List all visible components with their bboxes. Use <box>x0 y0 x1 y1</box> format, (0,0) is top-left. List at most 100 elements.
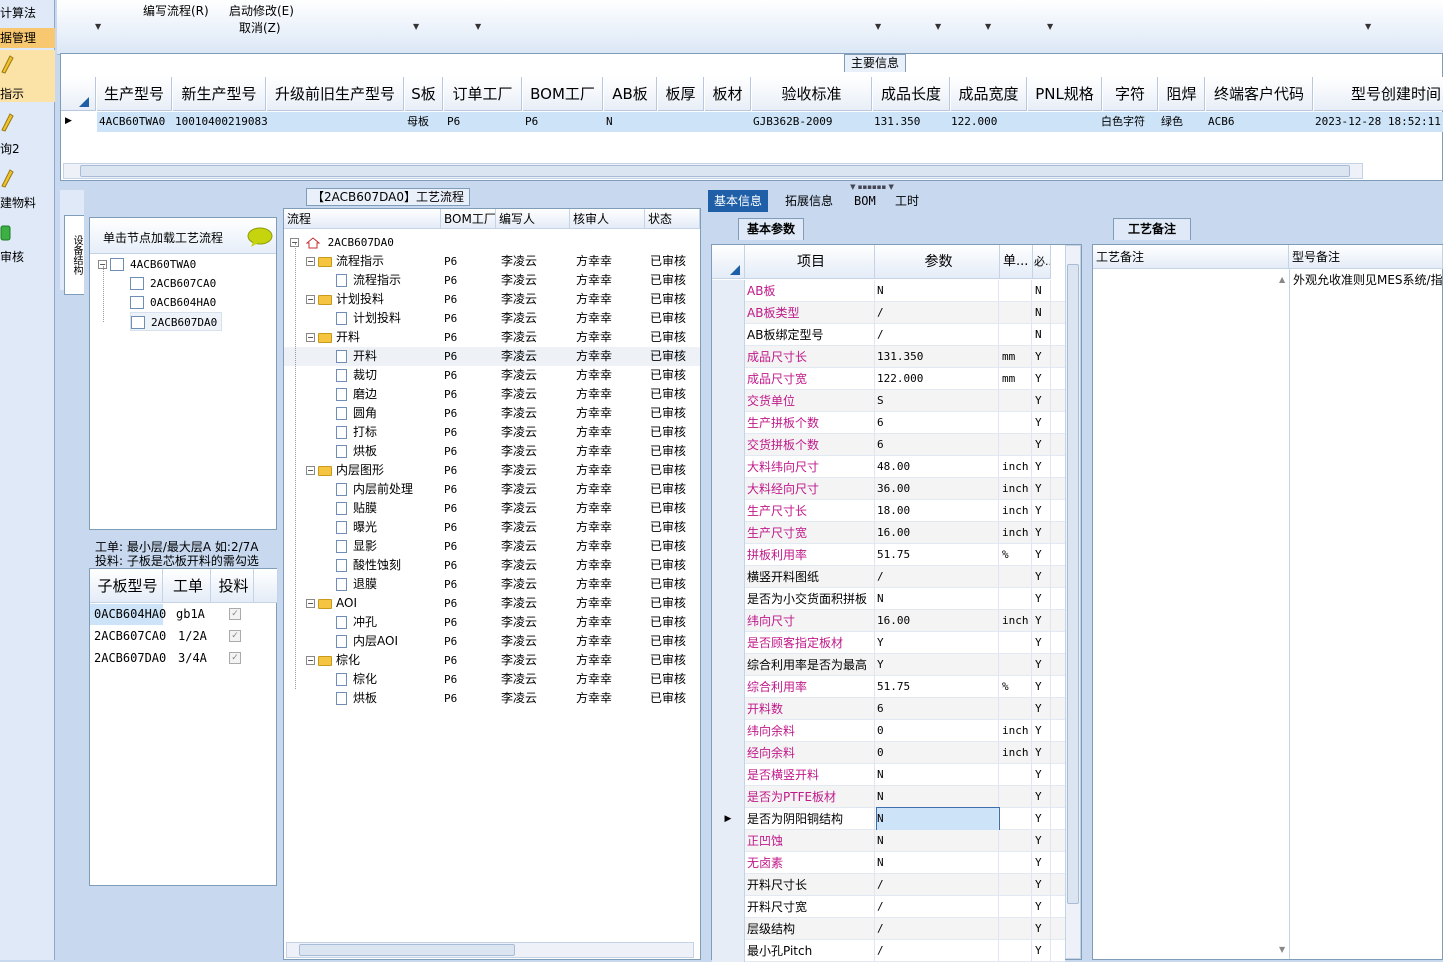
row-header[interactable] <box>712 324 745 346</box>
tree-node[interactable]: 2ACB607CA0 <box>130 274 216 293</box>
param-value[interactable]: / <box>877 874 999 896</box>
flow-step-row[interactable]: 冲孔 P6 李凌云 方幸幸 已审核 <box>284 613 700 632</box>
checkbox[interactable]: ✓ <box>229 652 241 664</box>
param-row[interactable]: 生产拼板个数 6 Y <box>712 412 1065 434</box>
row-header[interactable] <box>712 456 745 478</box>
param-row[interactable]: 生产尺寸长 18.00 inch Y <box>712 500 1065 522</box>
param-value[interactable]: / <box>877 566 999 588</box>
scroll-down-icon[interactable]: ▼ <box>1279 945 1285 954</box>
param-row[interactable]: 纬向余料 0 inch Y <box>712 720 1065 742</box>
collapse-icon[interactable]: − <box>306 599 315 608</box>
param-row[interactable]: 开料尺寸长 / Y <box>712 874 1065 896</box>
param-row[interactable]: 拼板利用率 51.75% Y <box>712 544 1065 566</box>
col-header[interactable]: 升级前旧生产型号 <box>267 77 404 111</box>
chevron-down-icon[interactable]: ▼ <box>935 22 941 31</box>
chevron-down-icon[interactable]: ▼ <box>413 22 419 31</box>
row-header[interactable] <box>712 544 745 566</box>
col-header[interactable]: 编写人 <box>496 209 570 229</box>
row-header[interactable] <box>712 566 745 588</box>
row-header[interactable] <box>712 434 745 456</box>
param-row[interactable]: AB板 N N <box>712 280 1065 302</box>
start-modify-button[interactable]: 启动修改(E) <box>229 2 294 19</box>
collapse-icon[interactable]: − <box>306 257 315 266</box>
process-remark-field[interactable] <box>1095 271 1285 957</box>
row-header[interactable] <box>712 786 745 808</box>
param-value[interactable]: 122.000 <box>877 368 999 390</box>
param-value[interactable]: Y <box>877 632 999 654</box>
param-value[interactable]: N <box>876 807 1000 831</box>
col-header[interactable]: 订单工厂 <box>444 77 522 111</box>
param-row[interactable]: 综合利用率是否为最高 Y Y <box>712 654 1065 676</box>
param-value[interactable]: N <box>877 786 999 808</box>
param-value[interactable]: 16.00 <box>877 522 999 544</box>
param-value[interactable]: N <box>877 280 999 302</box>
nav-item-data[interactable]: 据管理 <box>0 28 55 48</box>
flow-step-row[interactable]: 流程指示 P6 李凌云 方幸幸 已审核 <box>284 271 700 290</box>
col-header[interactable]: 必... <box>1033 245 1051 279</box>
chevron-down-icon[interactable]: ▼ <box>475 22 481 31</box>
param-row[interactable]: ▶ 是否为阴阳铜结构 N Y <box>712 807 1065 831</box>
scroll-thumb[interactable] <box>80 165 1350 177</box>
param-value[interactable]: 18.00 <box>877 500 999 522</box>
col-header[interactable]: 板厚 <box>658 77 704 111</box>
row-header[interactable] <box>712 940 745 962</box>
row-header[interactable] <box>712 830 745 852</box>
col-header[interactable]: 状态 <box>645 209 700 229</box>
param-row[interactable]: 大料经向尺寸 36.00 inch Y <box>712 478 1065 500</box>
col-header[interactable]: 板材 <box>705 77 751 111</box>
row-header[interactable] <box>712 874 745 896</box>
row-header[interactable] <box>712 896 745 918</box>
param-value[interactable]: 16.00 <box>877 610 999 632</box>
col-header[interactable]: 子板型号 <box>90 569 163 603</box>
col-header[interactable]: PNL规格 <box>1028 77 1102 111</box>
col-header[interactable]: 流程 <box>284 209 441 229</box>
flow-step-row[interactable]: 裁切 P6 李凌云 方幸幸 已审核 <box>284 366 700 385</box>
row-header[interactable] <box>712 742 745 764</box>
row-header[interactable] <box>712 478 745 500</box>
col-header[interactable]: 工艺备注 <box>1093 245 1289 269</box>
flow-step-row[interactable]: 磨边 P6 李凌云 方幸幸 已审核 <box>284 385 700 404</box>
flow-step-row[interactable]: 曝光 P6 李凌云 方幸幸 已审核 <box>284 518 700 537</box>
col-header[interactable]: 生产型号 <box>97 77 172 111</box>
tree-node-selected[interactable]: 2ACB607DA0 <box>130 312 223 331</box>
row-header[interactable] <box>712 720 745 742</box>
collapse-icon[interactable]: − <box>306 656 315 665</box>
col-header[interactable]: 阻焊 <box>1159 77 1205 111</box>
param-value[interactable]: 6 <box>877 434 999 456</box>
flow-step-row[interactable]: 开料 P6 李凌云 方幸幸 已审核 <box>284 347 700 366</box>
horizontal-scrollbar[interactable] <box>286 942 694 958</box>
tab-hours[interactable]: 工时 <box>889 190 925 212</box>
flow-step-row[interactable]: 烘板 P6 李凌云 方幸幸 已审核 <box>284 442 700 461</box>
param-row[interactable]: 是否为小交货面积拼板 N Y <box>712 588 1065 610</box>
flow-step-row[interactable]: 打标 P6 李凌云 方幸幸 已审核 <box>284 423 700 442</box>
nav-item-calc[interactable]: 计算法 <box>0 4 55 21</box>
row-header[interactable] <box>712 522 745 544</box>
param-value[interactable]: N <box>877 588 999 610</box>
flow-group-row[interactable]: − 计划投料 P6 李凌云 方幸幸 已审核 <box>284 290 700 309</box>
param-row[interactable]: 横竖开料图纸 / Y <box>712 566 1065 588</box>
param-row[interactable]: 大料纬向尺寸 48.00 inch Y <box>712 456 1065 478</box>
horizontal-scrollbar[interactable] <box>63 163 1363 179</box>
row-header[interactable] <box>712 500 745 522</box>
flow-step-row[interactable]: 棕化 P6 李凌云 方幸幸 已审核 <box>284 670 700 689</box>
side-tab-structure[interactable]: 设备结构 <box>64 215 84 295</box>
row-header[interactable] <box>712 918 745 940</box>
flow-step-row[interactable]: 内层前处理 P6 李凌云 方幸幸 已审核 <box>284 480 700 499</box>
row-header[interactable] <box>712 852 745 874</box>
row-header[interactable] <box>712 302 745 324</box>
param-value[interactable]: Y <box>877 654 999 676</box>
param-row[interactable]: 层级结构 / Y <box>712 918 1065 940</box>
row-header[interactable] <box>712 654 745 676</box>
chevron-down-icon[interactable]: ▼ <box>95 22 101 31</box>
param-value[interactable]: / <box>877 324 999 346</box>
flow-step-row[interactable]: 显影 P6 李凌云 方幸幸 已审核 <box>284 537 700 556</box>
scroll-thumb[interactable] <box>1067 264 1079 904</box>
param-row[interactable]: 生产尺寸宽 16.00 inch Y <box>712 522 1065 544</box>
flow-group-row[interactable]: − 内层图形 P6 李凌云 方幸幸 已审核 <box>284 461 700 480</box>
row-header[interactable] <box>712 412 745 434</box>
col-header[interactable]: BOM工厂 <box>523 77 603 111</box>
param-row[interactable]: 是否横竖开料 N Y <box>712 764 1065 786</box>
flow-step-row[interactable]: 圆角 P6 李凌云 方幸幸 已审核 <box>284 404 700 423</box>
edit-flow-button[interactable]: 编写流程(R) <box>143 2 209 19</box>
row-header[interactable] <box>712 368 745 390</box>
